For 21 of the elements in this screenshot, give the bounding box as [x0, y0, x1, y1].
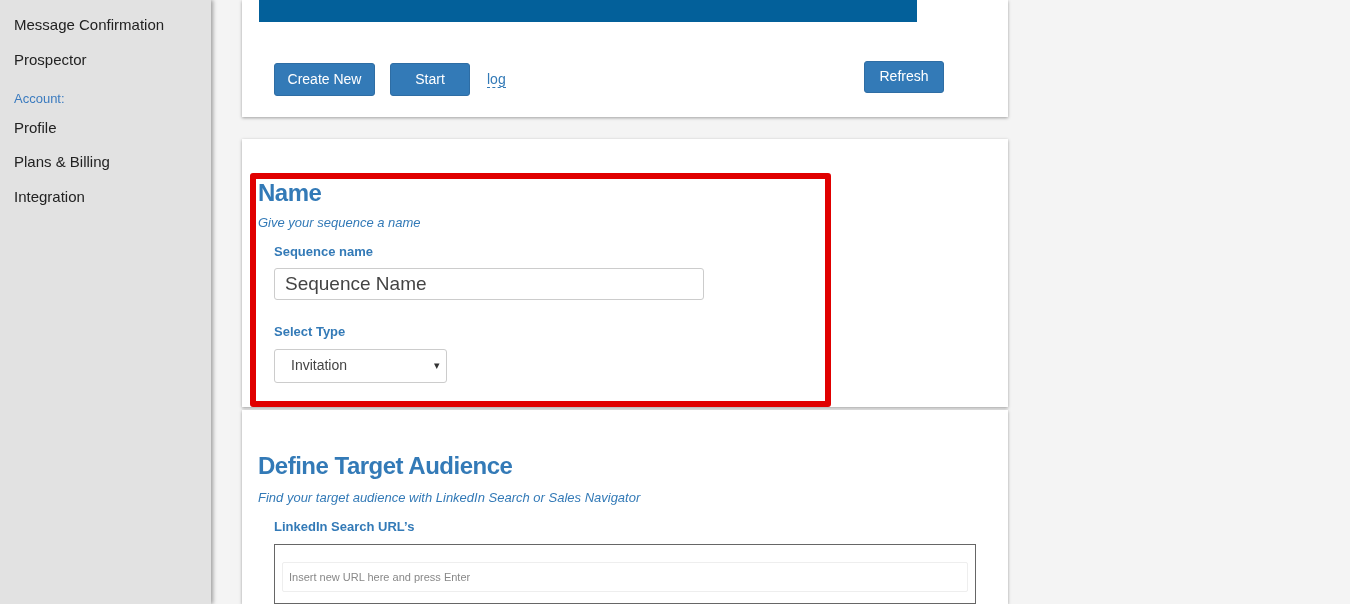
start-button[interactable]: Start: [390, 63, 470, 96]
url-input-field[interactable]: Insert new URL here and press Enter: [282, 562, 968, 592]
caret-icon: ▾: [434, 357, 440, 374]
sidebar-item[interactable]: Message Confirmation: [14, 8, 165, 43]
section-title: Name: [258, 179, 322, 207]
section-title: Define Target Audience: [258, 452, 513, 480]
field-label: Sequence name: [274, 242, 373, 261]
sidebar-item[interactable]: Prospector: [14, 42, 87, 77]
refresh-button[interactable]: Refresh: [864, 60, 944, 93]
log-link[interactable]: log: [487, 71, 506, 88]
field-label: LinkedIn Search URL’s: [274, 517, 415, 536]
section-subtitle: Give your sequence a name: [258, 214, 421, 232]
sidebar-item[interactable]: Profile: [14, 110, 57, 145]
type-select[interactable]: Invitation ▾: [274, 348, 447, 383]
sidebar-item[interactable]: Integration: [14, 179, 85, 214]
sidebar-heading: Account:: [14, 90, 65, 108]
field-label: Select Type: [274, 323, 346, 341]
section-subtitle: Find your target audience with LinkedIn Search or Sales Navigator: [258, 489, 641, 507]
create-new-button[interactable]: Create New: [274, 63, 375, 96]
sequence-name-field[interactable]: Sequence Name: [274, 268, 704, 300]
sidebar-item[interactable]: Plans & Billing: [14, 145, 110, 180]
